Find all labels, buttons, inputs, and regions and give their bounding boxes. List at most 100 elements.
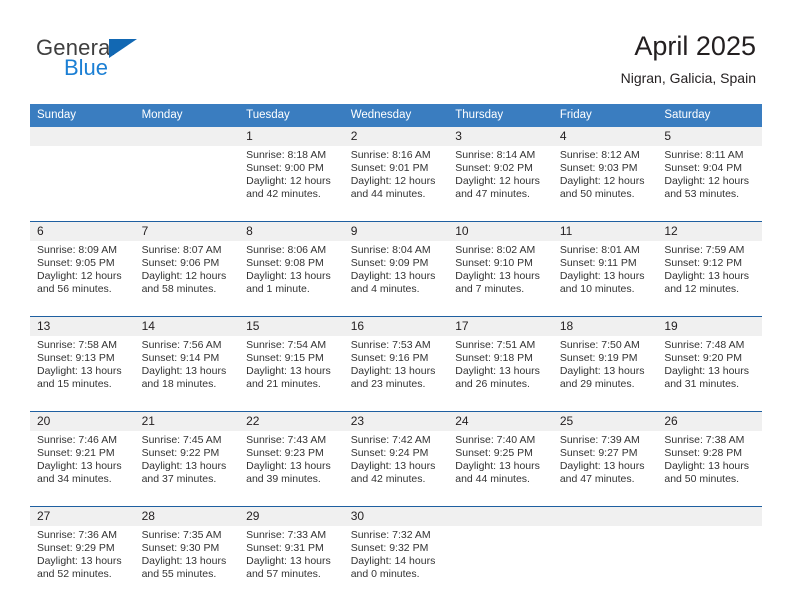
day-number[interactable]: 29 — [239, 506, 344, 526]
day-cell[interactable]: Sunrise: 7:58 AM Sunset: 9:13 PM Dayligh… — [30, 336, 135, 412]
week-row-details: Sunrise: 7:46 AM Sunset: 9:21 PM Dayligh… — [30, 431, 762, 507]
logo-text-blue: Blue — [64, 55, 109, 80]
title-block: April 2025 Nigran, Galicia, Spain — [621, 30, 756, 88]
day-cell[interactable]: Sunrise: 7:35 AM Sunset: 9:30 PM Dayligh… — [134, 526, 240, 601]
sunrise-text: Sunrise: 7:50 AM — [559, 339, 640, 351]
sunrise-text: Sunrise: 8:06 AM — [246, 244, 327, 256]
day-cell[interactable]: Sunrise: 8:12 AM Sunset: 9:03 PM Dayligh… — [552, 146, 658, 222]
day-cell[interactable]: Sunrise: 7:39 AM Sunset: 9:27 PM Dayligh… — [552, 431, 658, 507]
sunset-text: Sunset: 9:09 PM — [350, 257, 429, 270]
sunrise-text: Sunrise: 7:43 AM — [246, 434, 327, 446]
daylight-text: Daylight: 13 hours — [664, 460, 750, 473]
day-cell[interactable]: Sunrise: 8:18 AM Sunset: 9:00 PM Dayligh… — [239, 146, 344, 222]
day-number[interactable] — [30, 127, 135, 146]
day-number[interactable]: 24 — [448, 411, 553, 431]
day-number[interactable]: 19 — [657, 316, 762, 336]
day-number[interactable]: 17 — [448, 316, 553, 336]
day-number[interactable]: 14 — [134, 316, 240, 336]
weekday-header-friday: Friday — [552, 104, 658, 127]
weekday-header-saturday: Saturday — [657, 104, 762, 127]
weekday-header-sunday: Sunday — [30, 104, 135, 127]
day-cell[interactable]: Sunrise: 7:46 AM Sunset: 9:21 PM Dayligh… — [30, 431, 135, 507]
day-number[interactable]: 6 — [30, 221, 135, 241]
day-cell[interactable]: Sunrise: 8:06 AM Sunset: 9:08 PM Dayligh… — [239, 241, 344, 317]
sunset-text: Sunset: 9:02 PM — [455, 162, 533, 175]
calendar-table: Sunday Monday Tuesday Wednesday Thursday… — [30, 104, 762, 601]
day-cell[interactable] — [552, 526, 658, 601]
week-row-daynumbers: 27 28 29 30 — [30, 506, 762, 526]
day-cell[interactable]: Sunrise: 7:38 AM Sunset: 9:28 PM Dayligh… — [657, 431, 762, 507]
day-number[interactable]: 20 — [30, 411, 135, 431]
day-number[interactable]: 21 — [134, 411, 240, 431]
day-cell[interactable] — [448, 526, 553, 601]
day-number[interactable]: 5 — [657, 127, 762, 146]
day-number[interactable]: 7 — [134, 221, 240, 241]
day-cell[interactable]: Sunrise: 7:40 AM Sunset: 9:25 PM Dayligh… — [448, 431, 553, 507]
day-number[interactable]: 9 — [343, 221, 449, 241]
day-number[interactable]: 26 — [657, 411, 762, 431]
daylight-text: Daylight: 13 hours — [559, 270, 645, 283]
day-cell[interactable]: Sunrise: 7:43 AM Sunset: 9:23 PM Dayligh… — [239, 431, 344, 507]
week-row-details: Sunrise: 7:58 AM Sunset: 9:13 PM Dayligh… — [30, 336, 762, 412]
day-number[interactable] — [448, 506, 553, 526]
day-number[interactable]: 22 — [239, 411, 344, 431]
day-cell[interactable]: Sunrise: 7:48 AM Sunset: 9:20 PM Dayligh… — [657, 336, 762, 412]
day-number[interactable]: 10 — [448, 221, 553, 241]
day-cell[interactable]: Sunrise: 7:33 AM Sunset: 9:31 PM Dayligh… — [239, 526, 344, 601]
sunrise-text: Sunrise: 8:18 AM — [246, 149, 327, 161]
daylight-text-cont: and 4 minutes. — [350, 283, 420, 296]
day-cell[interactable]: Sunrise: 8:11 AM Sunset: 9:04 PM Dayligh… — [657, 146, 762, 222]
sunrise-text: Sunrise: 8:02 AM — [455, 244, 536, 256]
day-number[interactable] — [657, 506, 762, 526]
day-number[interactable]: 3 — [448, 127, 553, 146]
day-number[interactable]: 13 — [30, 316, 135, 336]
day-number[interactable]: 27 — [30, 506, 135, 526]
daylight-text: Daylight: 13 hours — [559, 460, 645, 473]
daylight-text-cont: and 10 minutes. — [559, 283, 635, 296]
day-number[interactable] — [134, 127, 240, 146]
day-cell[interactable]: Sunrise: 7:36 AM Sunset: 9:29 PM Dayligh… — [30, 526, 135, 601]
day-cell[interactable]: Sunrise: 7:53 AM Sunset: 9:16 PM Dayligh… — [343, 336, 449, 412]
sunrise-text: Sunrise: 7:35 AM — [141, 529, 222, 541]
day-number[interactable]: 12 — [657, 221, 762, 241]
day-cell[interactable] — [657, 526, 762, 601]
sunset-text: Sunset: 9:25 PM — [455, 447, 533, 460]
day-cell[interactable]: Sunrise: 8:04 AM Sunset: 9:09 PM Dayligh… — [343, 241, 449, 317]
day-number[interactable]: 18 — [552, 316, 658, 336]
day-number[interactable]: 2 — [343, 127, 449, 146]
day-cell[interactable]: Sunrise: 7:45 AM Sunset: 9:22 PM Dayligh… — [134, 431, 240, 507]
page-title: April 2025 — [634, 31, 756, 61]
daylight-text-cont: and 57 minutes. — [246, 568, 321, 581]
day-number[interactable]: 4 — [552, 127, 658, 146]
day-number[interactable]: 16 — [343, 316, 449, 336]
daylight-text: Daylight: 13 hours — [350, 365, 436, 378]
day-number[interactable]: 25 — [552, 411, 658, 431]
day-cell[interactable]: Sunrise: 8:14 AM Sunset: 9:02 PM Dayligh… — [448, 146, 553, 222]
day-cell[interactable]: Sunrise: 8:09 AM Sunset: 9:05 PM Dayligh… — [30, 241, 135, 317]
day-cell[interactable]: Sunrise: 7:56 AM Sunset: 9:14 PM Dayligh… — [134, 336, 240, 412]
day-cell[interactable]: Sunrise: 7:51 AM Sunset: 9:18 PM Dayligh… — [448, 336, 553, 412]
day-number[interactable] — [552, 506, 658, 526]
day-cell[interactable]: Sunrise: 7:32 AM Sunset: 9:32 PM Dayligh… — [343, 526, 449, 601]
day-number[interactable]: 30 — [343, 506, 449, 526]
daylight-text-cont: and 23 minutes. — [350, 378, 426, 391]
day-number[interactable]: 28 — [134, 506, 240, 526]
day-number[interactable]: 11 — [552, 221, 658, 241]
day-cell[interactable]: Sunrise: 8:02 AM Sunset: 9:10 PM Dayligh… — [448, 241, 553, 317]
day-number[interactable]: 15 — [239, 316, 344, 336]
day-cell[interactable]: Sunrise: 8:16 AM Sunset: 9:01 PM Dayligh… — [343, 146, 449, 222]
day-number[interactable]: 23 — [343, 411, 449, 431]
day-cell[interactable] — [134, 146, 240, 222]
day-cell[interactable] — [30, 146, 135, 222]
week-row-details: Sunrise: 8:09 AM Sunset: 9:05 PM Dayligh… — [30, 241, 762, 317]
day-number[interactable]: 1 — [239, 127, 344, 146]
day-number[interactable]: 8 — [239, 221, 344, 241]
day-cell[interactable]: Sunrise: 7:59 AM Sunset: 9:12 PM Dayligh… — [657, 241, 762, 317]
day-cell[interactable]: Sunrise: 7:50 AM Sunset: 9:19 PM Dayligh… — [552, 336, 658, 412]
sunset-text: Sunset: 9:21 PM — [37, 447, 115, 460]
day-cell[interactable]: Sunrise: 7:42 AM Sunset: 9:24 PM Dayligh… — [343, 431, 449, 507]
day-cell[interactable]: Sunrise: 7:54 AM Sunset: 9:15 PM Dayligh… — [239, 336, 344, 412]
day-cell[interactable]: Sunrise: 8:07 AM Sunset: 9:06 PM Dayligh… — [134, 241, 240, 317]
sunset-text: Sunset: 9:22 PM — [141, 447, 220, 460]
day-cell[interactable]: Sunrise: 8:01 AM Sunset: 9:11 PM Dayligh… — [552, 241, 658, 317]
